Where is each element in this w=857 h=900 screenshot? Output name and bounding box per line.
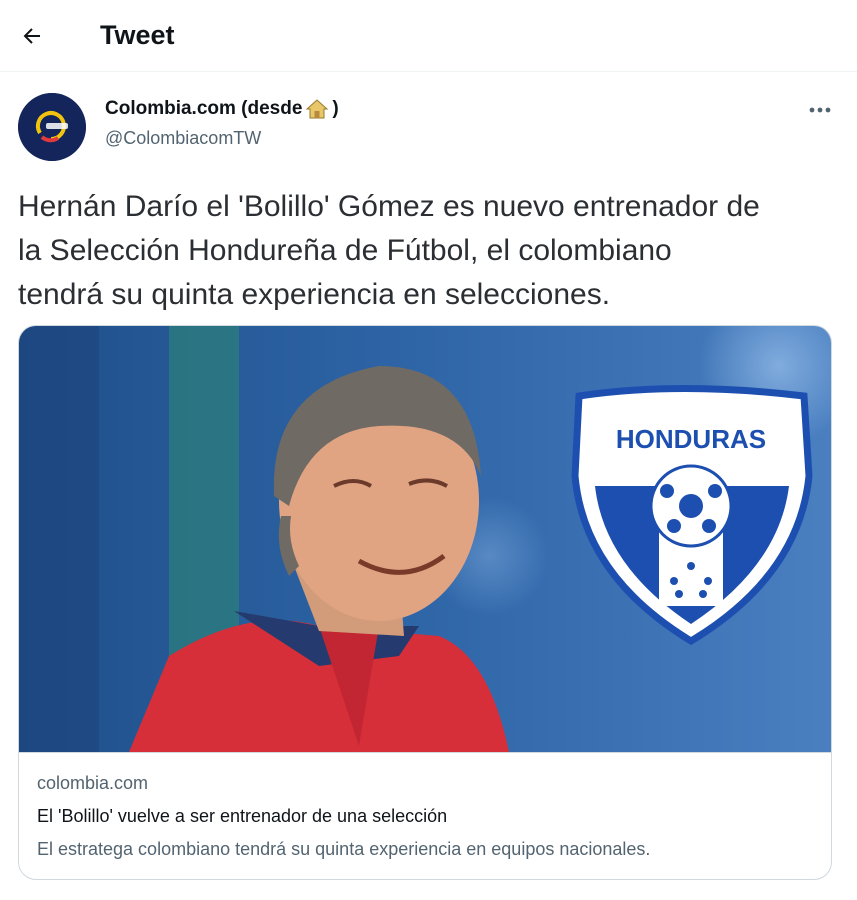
link-preview-card[interactable]: HONDURAS colombia.com El 'Bolillo' vuelv… [18,325,832,880]
back-button[interactable] [14,18,50,54]
card-description: El estratega colombiano tendrá su quinta… [37,839,651,859]
colombia-logo-icon [18,93,86,161]
tweet-line: la Selección Hondureña de Fútbol, el col… [18,234,672,267]
card-title: El 'Bolillo' vuelve a ser entrenador de … [37,806,448,826]
page-title: Tweet [100,20,175,50]
house-icon [306,99,329,119]
top-bar: Tweet [0,0,857,72]
arrow-left-icon [23,28,40,44]
author-name-text: Colombia.com (desde [105,98,303,119]
more-icon [809,107,831,113]
tweet-line: tendrá su quinta experiencia en seleccio… [18,278,611,311]
author-name[interactable]: Colombia.com (desde ) [105,98,339,120]
card-photo: HONDURAS [19,326,831,752]
author-name-suffix: ) [332,98,339,119]
tweet-line: Hernán Darío el 'Bolillo' Gómez es nuevo… [18,190,760,223]
tweet-text: Hernán Darío el 'Bolillo' Gómez es nuevo… [18,185,848,317]
crest-text: HONDURAS [616,424,766,454]
card-image: HONDURAS [19,326,831,752]
more-options-button[interactable] [800,96,840,124]
card-domain: colombia.com [37,773,149,793]
avatar[interactable] [18,93,86,161]
card-meta: colombia.com El 'Bolillo' vuelve a ser e… [19,752,831,879]
author-handle[interactable]: @ColombiacomTW [105,128,261,149]
